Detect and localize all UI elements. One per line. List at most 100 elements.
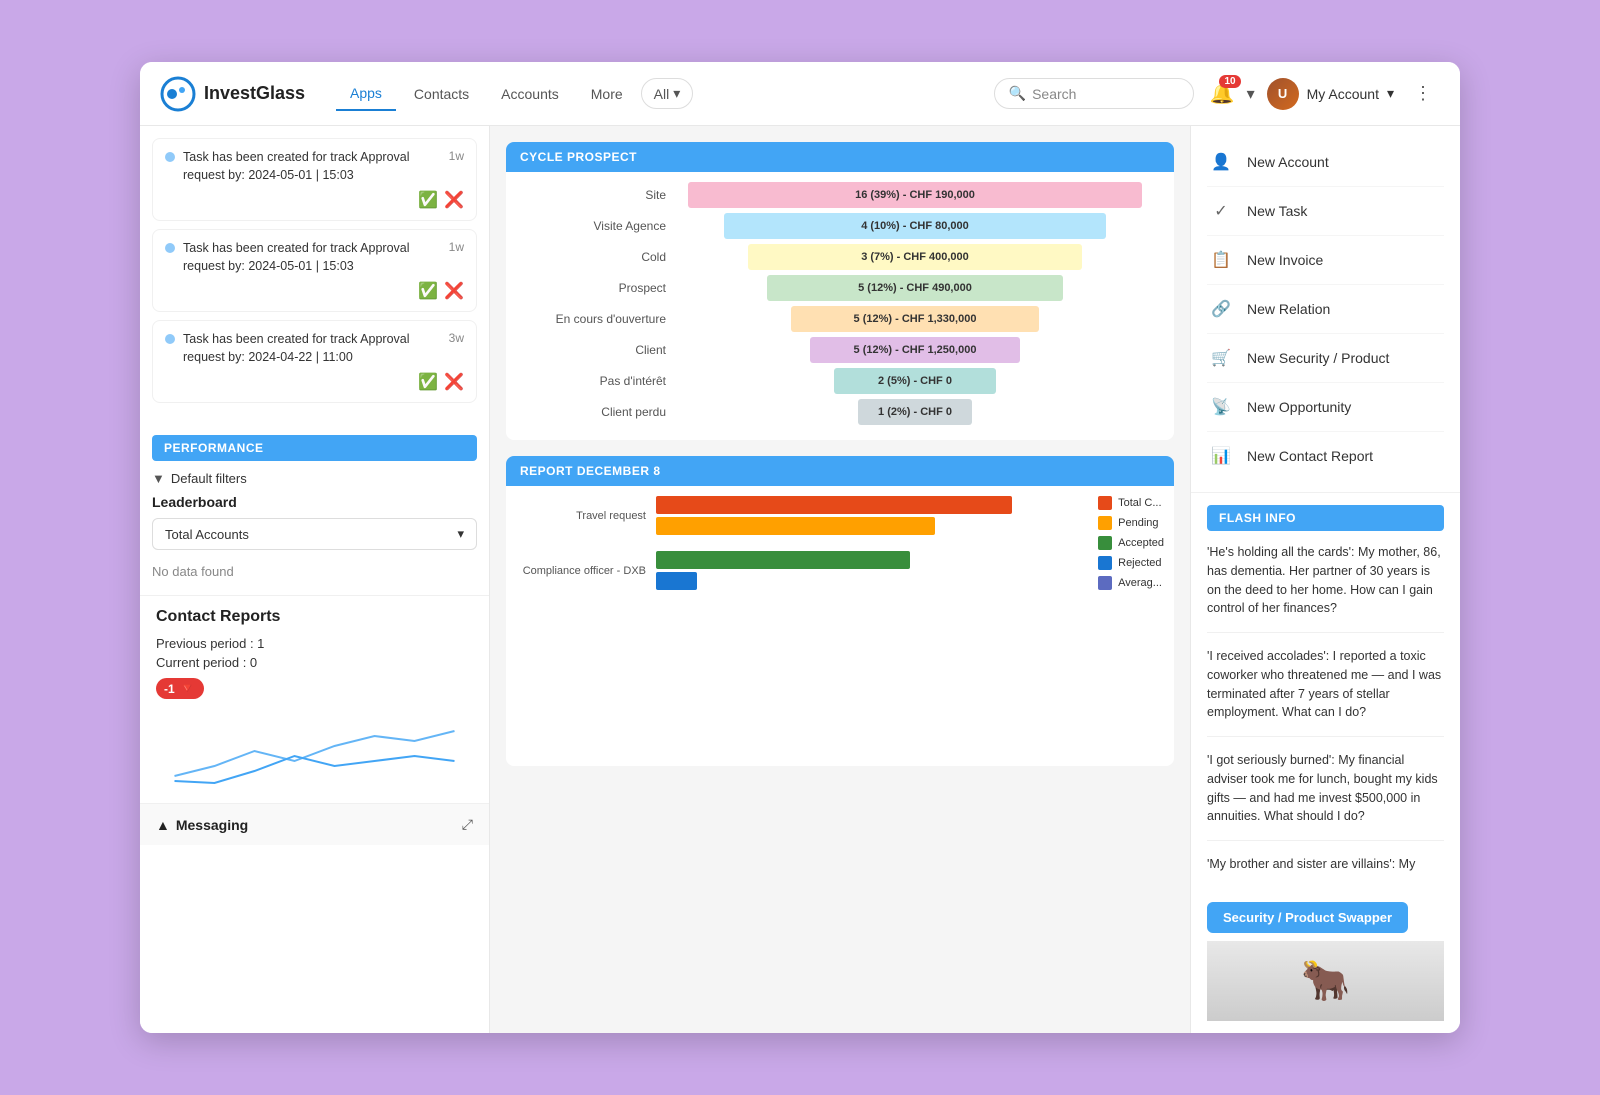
contact-reports-title: Contact Reports [156, 608, 473, 626]
legend-label: Pending [1118, 517, 1158, 529]
nav-accounts[interactable]: Accounts [487, 78, 573, 110]
funnel-label: Visite Agence [526, 219, 666, 233]
funnel-label: Site [526, 188, 666, 202]
legend-color [1098, 576, 1112, 590]
quick-action-label: New Task [1247, 203, 1307, 219]
reject-icon[interactable]: ❌ [444, 281, 464, 301]
more-options-button[interactable]: ⋮ [1406, 79, 1440, 108]
change-badge: -1 🔻 [156, 678, 204, 699]
app-name: InvestGlass [204, 83, 305, 104]
bar-segment [656, 496, 1012, 514]
quick-action-item[interactable]: 📋 New Invoice [1207, 236, 1444, 285]
logo[interactable]: InvestGlass [160, 76, 320, 112]
nav-contacts[interactable]: Contacts [400, 78, 483, 110]
bar-segment [656, 572, 697, 590]
legend-label: Averag... [1118, 577, 1162, 589]
quick-action-item[interactable]: 📊 New Contact Report [1207, 432, 1444, 480]
bar-row: Compliance officer - DXB [516, 551, 1164, 590]
reject-icon[interactable]: ❌ [444, 372, 464, 392]
quick-action-icon: 👤 [1207, 148, 1235, 176]
search-icon: 🔍 [1009, 85, 1026, 102]
funnel-row: Cold 3 (7%) - CHF 400,000 [526, 244, 1154, 270]
quick-action-label: New Account [1247, 154, 1329, 170]
leaderboard-dropdown[interactable]: Total Accounts ▾ [152, 518, 477, 550]
notification-badge: 10 [1219, 75, 1240, 88]
legend-color [1098, 496, 1112, 510]
flash-item[interactable]: 'I got seriously burned': My financial a… [1207, 751, 1444, 841]
report-chart-header: REPORT DECEMBER 8 [506, 456, 1174, 486]
quick-action-icon: 🛒 [1207, 344, 1235, 372]
current-period: Current period : 0 [156, 655, 473, 670]
quick-action-label: New Relation [1247, 301, 1330, 317]
nav-apps[interactable]: Apps [336, 77, 396, 111]
nav-all-dropdown[interactable]: All ▾ [641, 78, 694, 109]
funnel-bar[interactable]: 2 (5%) - CHF 0 [834, 368, 997, 394]
topbar: InvestGlass Apps Contacts Accounts More … [140, 62, 1460, 126]
quick-action-item[interactable]: ✓ New Task [1207, 187, 1444, 236]
account-button[interactable]: U My Account ▾ [1267, 78, 1394, 110]
messaging-title: ▲ Messaging [156, 817, 248, 833]
flash-info-header: FLASH INFO [1207, 505, 1444, 531]
security-product-swapper-button[interactable]: Security / Product Swapper [1207, 902, 1408, 933]
chevron-down-icon-notif[interactable]: ▾ [1247, 84, 1255, 104]
notification-button[interactable]: 🔔 10 [1210, 81, 1235, 106]
quick-action-item[interactable]: 🛒 New Security / Product [1207, 334, 1444, 383]
no-data-message: No data found [152, 560, 477, 583]
quick-action-item[interactable]: 👤 New Account [1207, 138, 1444, 187]
approve-icon[interactable]: ✅ [418, 190, 438, 210]
legend-item: Pending [1098, 516, 1164, 530]
task-actions: ✅ ❌ [165, 372, 464, 392]
flash-item[interactable]: 'My brother and sister are villains': My [1207, 855, 1444, 888]
nav-more[interactable]: More [577, 78, 637, 110]
funnel-chart-card: CYCLE PROSPECT Site 16 (39%) - CHF 190,0… [506, 142, 1174, 440]
task-list: Task has been created for track Approval… [140, 126, 489, 423]
task-text: Task has been created for track Approval… [183, 149, 441, 184]
leaderboard-label: Leaderboard [152, 494, 477, 510]
funnel-label: En cours d'ouverture [526, 312, 666, 326]
flash-item[interactable]: 'I received accolades': I reported a tox… [1207, 647, 1444, 737]
right-panel: 👤 New Account ✓ New Task 📋 New Invoice 🔗… [1190, 126, 1460, 1033]
funnel-bar[interactable]: 3 (7%) - CHF 400,000 [748, 244, 1083, 270]
bar-segment [656, 551, 910, 569]
approve-icon[interactable]: ✅ [418, 281, 438, 301]
center-content: CYCLE PROSPECT Site 16 (39%) - CHF 190,0… [490, 126, 1190, 1033]
messaging-bar: ▲ Messaging ⤢ [140, 803, 489, 845]
task-dot [165, 334, 175, 344]
search-bar[interactable]: 🔍 Search [994, 78, 1194, 109]
reject-icon[interactable]: ❌ [444, 190, 464, 210]
legend-item: Total C... [1098, 496, 1164, 510]
funnel-row: Client 5 (12%) - CHF 1,250,000 [526, 337, 1154, 363]
filter-row: ▼ Default filters [152, 471, 477, 486]
funnel-chart-header: CYCLE PROSPECT [506, 142, 1174, 172]
quick-action-label: New Opportunity [1247, 399, 1351, 415]
quick-action-label: New Security / Product [1247, 350, 1389, 366]
funnel-bar-wrap: 3 (7%) - CHF 400,000 [676, 244, 1154, 270]
funnel-bar[interactable]: 5 (12%) - CHF 1,250,000 [810, 337, 1020, 363]
funnel-bar-wrap: 5 (12%) - CHF 1,330,000 [676, 306, 1154, 332]
task-item: Task has been created for track Approval… [152, 320, 477, 403]
topbar-right: 🔔 10 ▾ U My Account ▾ ⋮ [1210, 78, 1440, 110]
funnel-bar[interactable]: 5 (12%) - CHF 490,000 [767, 275, 1063, 301]
flash-item[interactable]: 'He's holding all the cards': My mother,… [1207, 543, 1444, 633]
filter-label[interactable]: Default filters [171, 471, 247, 486]
legend-label: Accepted [1118, 537, 1164, 549]
funnel-bar[interactable]: 1 (2%) - CHF 0 [858, 399, 973, 425]
legend-item: Accepted [1098, 536, 1164, 550]
funnel-label: Client [526, 343, 666, 357]
task-time: 1w [449, 240, 464, 254]
funnel-bar[interactable]: 16 (39%) - CHF 190,000 [688, 182, 1142, 208]
funnel-bar[interactable]: 4 (10%) - CHF 80,000 [724, 213, 1106, 239]
expand-icon[interactable]: ⤢ [462, 816, 473, 833]
bar-group [656, 496, 1164, 535]
chart-legend: Total C... Pending Accepted Rejected Ave… [1098, 496, 1164, 590]
report-chart-card: REPORT DECEMBER 8 Travel requestComplian… [506, 456, 1174, 766]
chevron-up-icon: ▲ [156, 817, 170, 833]
funnel-label: Client perdu [526, 405, 666, 419]
approve-icon[interactable]: ✅ [418, 372, 438, 392]
funnel-bar[interactable]: 5 (12%) - CHF 1,330,000 [791, 306, 1040, 332]
funnel-bar-wrap: 5 (12%) - CHF 1,250,000 [676, 337, 1154, 363]
legend-color [1098, 516, 1112, 530]
quick-action-item[interactable]: 🔗 New Relation [1207, 285, 1444, 334]
quick-action-item[interactable]: 📡 New Opportunity [1207, 383, 1444, 432]
quick-action-icon: 📡 [1207, 393, 1235, 421]
